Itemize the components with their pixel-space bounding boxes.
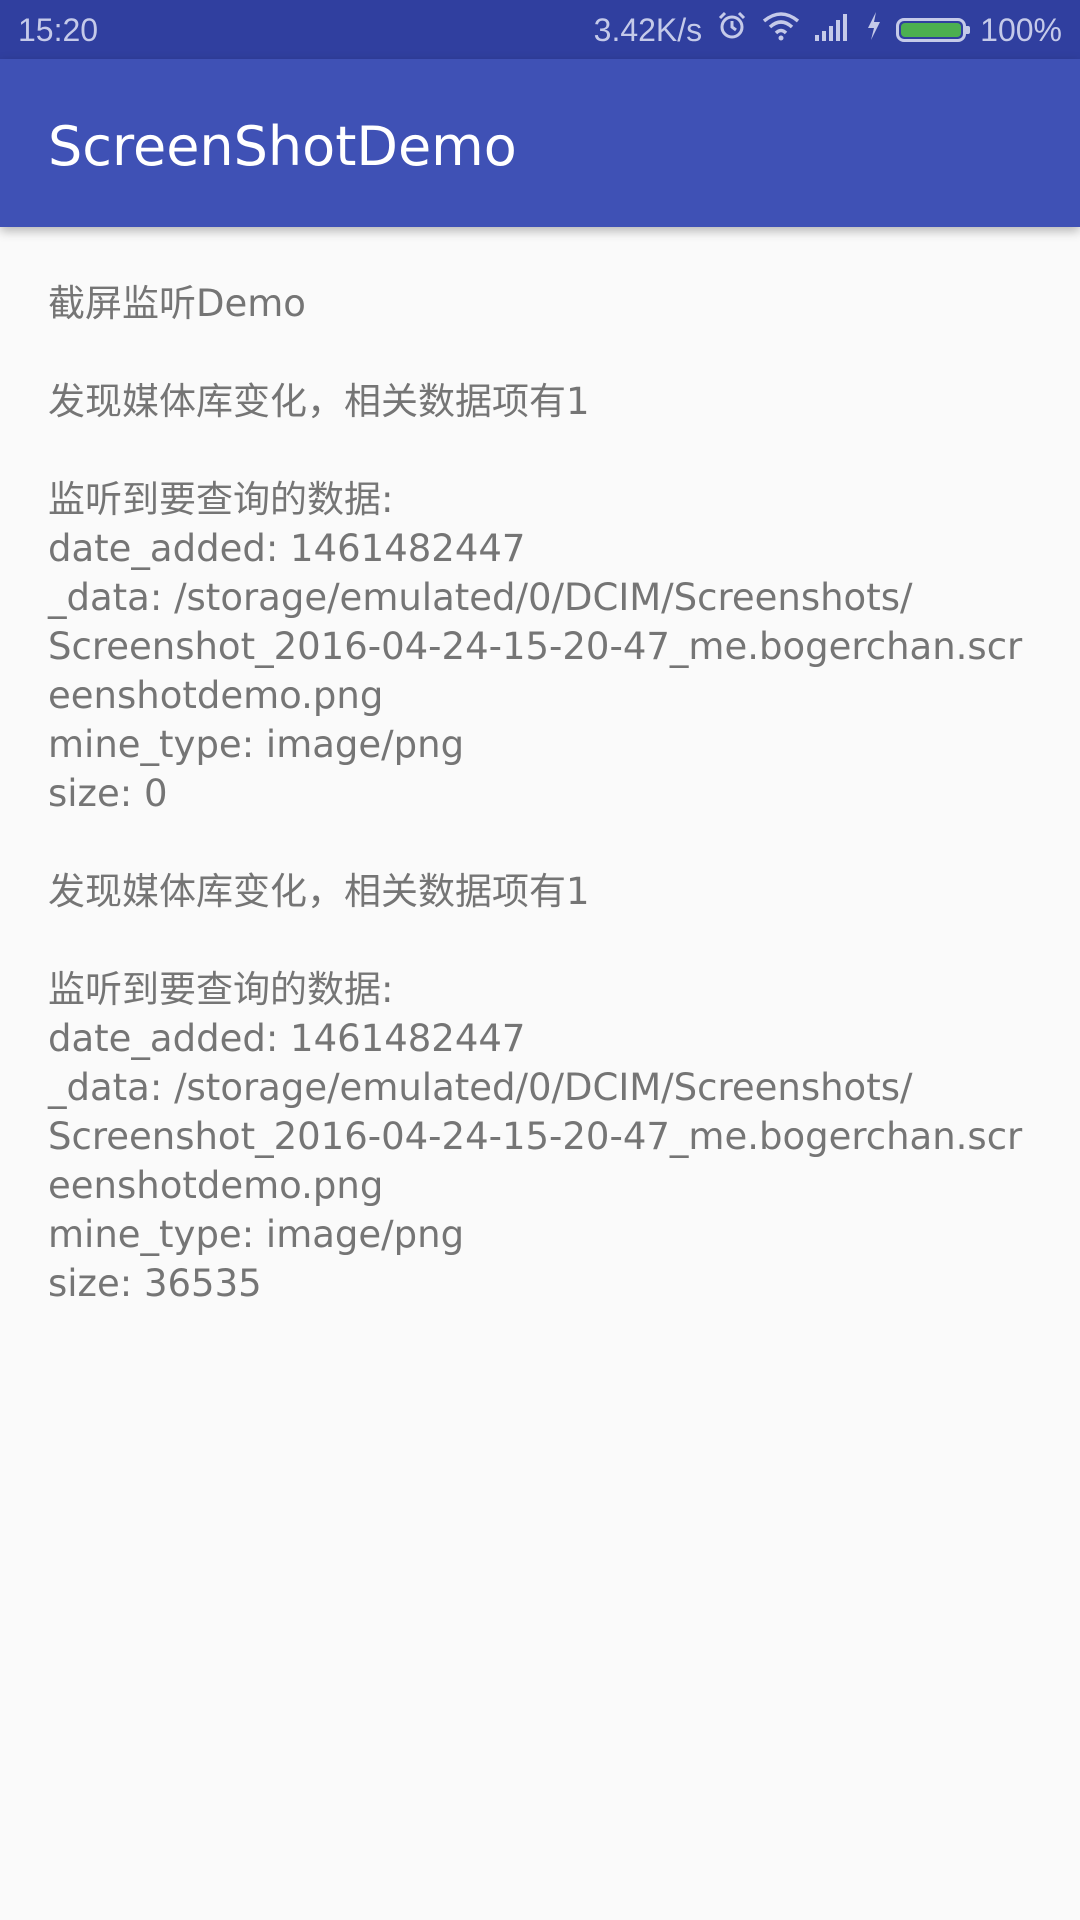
log-line: mine_type: image/png [48,723,465,766]
alarm-icon [716,10,748,50]
status-bar: 15:20 3.42K/s 100% [0,0,1080,59]
log-line: 监听到要查询的数据: [48,478,394,521]
log-line: 发现媒体库变化，相关数据项有1 [48,380,590,423]
log-line: 监听到要查询的数据: [48,968,394,1011]
signal-icon [814,12,852,49]
network-speed: 3.42K/s [593,11,703,48]
log-line: eenshotdemo.png [48,1164,384,1207]
charging-icon [866,11,882,49]
app-title: ScreenShotDemo [48,115,517,178]
log-line: _data: /storage/emulated/0/DCIM/Screensh… [48,576,913,619]
status-icons: 3.42K/s 100% [594,8,1062,52]
battery-icon [896,18,971,42]
log-line: 发现媒体库变化，相关数据项有1 [48,870,590,913]
log-line: size: 36535 [48,1262,262,1305]
log-line: _data: /storage/emulated/0/DCIM/Screensh… [48,1066,913,1109]
log-line: eenshotdemo.png [48,674,384,717]
log-line: date_added: 1461482447 [48,1017,526,1060]
log-line: mine_type: image/png [48,1213,465,1256]
log-line: Screenshot_2016-04-24-15-20-47_me.bogerc… [48,1115,1023,1158]
log-line: 截屏监听Demo [48,282,306,325]
status-time: 15:20 [18,12,99,48]
app-bar: ScreenShotDemo [0,59,1080,227]
battery-percent: 100% [980,11,1062,48]
battery-level-fill [901,23,962,37]
log-line: Screenshot_2016-04-24-15-20-47_me.bogerc… [48,625,1023,668]
log-line: date_added: 1461482447 [48,527,526,570]
wifi-icon [762,11,800,49]
log-text: 截屏监听Demo 发现媒体库变化，相关数据项有1 监听到要查询的数据: date… [48,279,1048,1308]
log-line: size: 0 [48,772,168,815]
